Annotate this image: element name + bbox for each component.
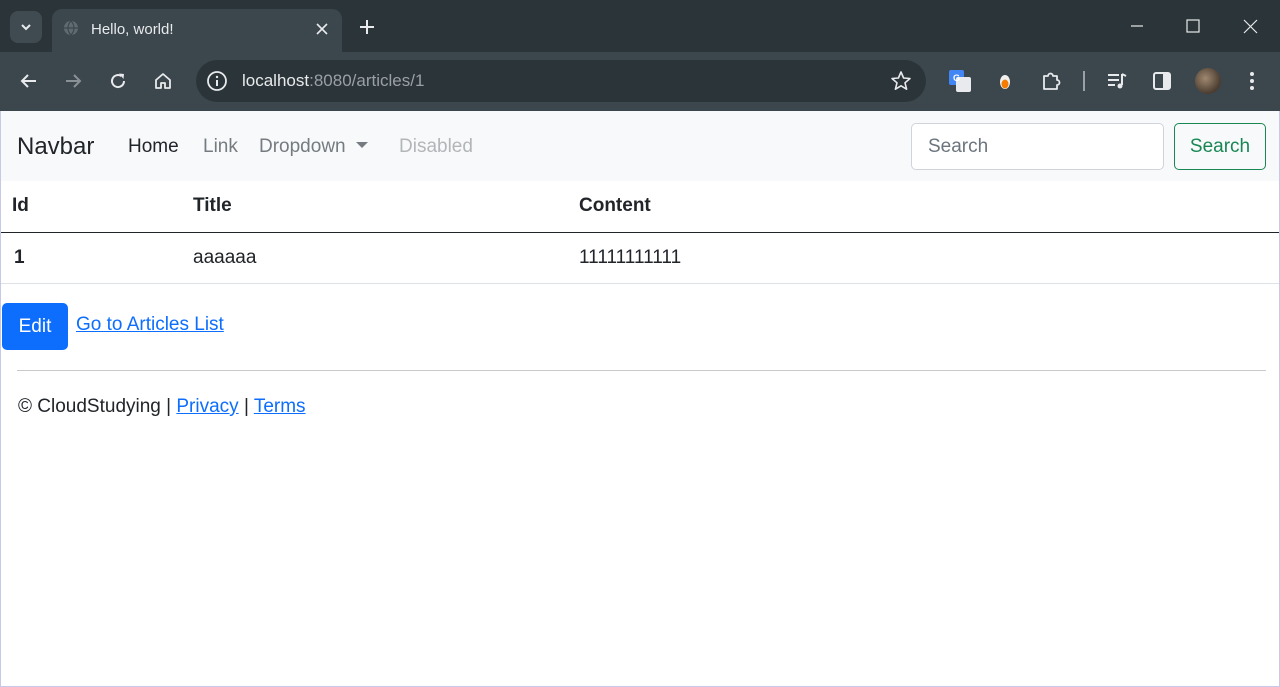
forward-button[interactable] bbox=[58, 66, 88, 96]
address-bar[interactable]: localhost:8080/articles/1 bbox=[196, 60, 926, 102]
minimize-icon bbox=[1131, 25, 1143, 27]
column-header-id: Id bbox=[1, 181, 182, 233]
maximize-icon bbox=[1186, 19, 1200, 33]
nav-link-home[interactable]: Home bbox=[128, 136, 179, 158]
close-icon bbox=[316, 23, 328, 35]
profile-avatar[interactable] bbox=[1195, 68, 1221, 94]
cell-title: aaaaaa bbox=[182, 232, 568, 284]
table-row: 1 aaaaaa 11111111111 bbox=[1, 232, 1279, 284]
toolbar-separator bbox=[1083, 71, 1085, 91]
nav-dropdown-label: Dropdown bbox=[259, 136, 346, 157]
url-path: :8080/articles/1 bbox=[309, 71, 425, 90]
back-button[interactable] bbox=[14, 66, 44, 96]
extension-icon bbox=[1000, 75, 1010, 89]
media-icon bbox=[1108, 73, 1127, 89]
page-content: Navbar Home Link Dropdown Disabled Searc… bbox=[0, 111, 1280, 687]
nav-link-disabled: Disabled bbox=[399, 136, 473, 157]
terms-link[interactable]: Terms bbox=[254, 396, 306, 417]
footer-copyright: © CloudStudying | bbox=[18, 396, 172, 417]
search-button[interactable]: Search bbox=[1174, 123, 1266, 170]
arrow-left-icon bbox=[20, 74, 36, 88]
svg-text:G: G bbox=[953, 73, 960, 83]
footer: © CloudStudying | Privacy | Terms bbox=[18, 396, 306, 418]
menu-button[interactable] bbox=[1240, 69, 1264, 93]
cell-content: 11111111111 bbox=[568, 232, 1279, 284]
edit-button[interactable]: Edit bbox=[2, 303, 68, 350]
home-button[interactable] bbox=[148, 66, 178, 96]
globe-icon bbox=[64, 20, 78, 36]
nav-dropdown[interactable]: Dropdown bbox=[259, 136, 368, 158]
tab-search-button[interactable] bbox=[10, 11, 42, 43]
table-header-row: Id Title Content bbox=[1, 181, 1279, 233]
navbar-brand[interactable]: Navbar bbox=[17, 133, 94, 161]
reload-button[interactable] bbox=[103, 66, 133, 96]
footer-separator: | bbox=[243, 396, 249, 417]
extension-orange[interactable] bbox=[993, 69, 1017, 93]
kebab-menu-icon bbox=[1250, 72, 1254, 90]
tab-title: Hello, world! bbox=[91, 21, 174, 38]
plus-icon bbox=[360, 20, 374, 34]
column-header-content: Content bbox=[568, 181, 1279, 233]
info-icon[interactable] bbox=[206, 70, 228, 92]
tab-close-button[interactable] bbox=[310, 17, 334, 41]
cell-id: 1 bbox=[1, 232, 182, 284]
star-icon[interactable] bbox=[890, 70, 912, 92]
browser-tab[interactable]: Hello, world! bbox=[52, 9, 342, 52]
url-host: localhost bbox=[242, 71, 310, 90]
close-icon bbox=[1243, 19, 1257, 33]
new-tab-button[interactable] bbox=[354, 14, 380, 40]
caret-down-icon bbox=[355, 142, 368, 148]
articles-table: Id Title Content 1 aaaaaa 11111111111 bbox=[1, 181, 1279, 284]
home-icon bbox=[155, 73, 171, 89]
side-panel-button[interactable] bbox=[1150, 69, 1174, 93]
navbar: Navbar Home Link Dropdown Disabled Searc… bbox=[1, 111, 1279, 181]
extensions-button[interactable] bbox=[1039, 69, 1063, 93]
nav-link-link[interactable]: Link bbox=[203, 136, 238, 158]
browser-toolbar: localhost:8080/articles/1 G bbox=[0, 52, 1280, 111]
chevron-down-icon bbox=[21, 24, 31, 31]
maximize-button[interactable] bbox=[1179, 12, 1207, 40]
close-window-button[interactable] bbox=[1236, 12, 1264, 40]
reload-icon bbox=[111, 73, 126, 89]
puzzle-icon bbox=[1043, 72, 1061, 90]
translate-extension[interactable]: G bbox=[948, 69, 972, 93]
search-input[interactable] bbox=[911, 123, 1164, 170]
arrow-right-icon bbox=[66, 74, 82, 88]
browser-tabstrip: Hello, world! bbox=[0, 0, 1280, 52]
side-panel-icon bbox=[1153, 72, 1171, 90]
media-control-button[interactable] bbox=[1105, 69, 1129, 93]
translate-icon: G bbox=[949, 70, 971, 92]
column-header-title: Title bbox=[182, 181, 568, 233]
privacy-link[interactable]: Privacy bbox=[176, 396, 238, 417]
minimize-button[interactable] bbox=[1123, 12, 1151, 40]
footer-divider bbox=[17, 370, 1266, 371]
articles-list-link[interactable]: Go to Articles List bbox=[76, 314, 224, 336]
address-url[interactable]: localhost:8080/articles/1 bbox=[242, 71, 424, 91]
